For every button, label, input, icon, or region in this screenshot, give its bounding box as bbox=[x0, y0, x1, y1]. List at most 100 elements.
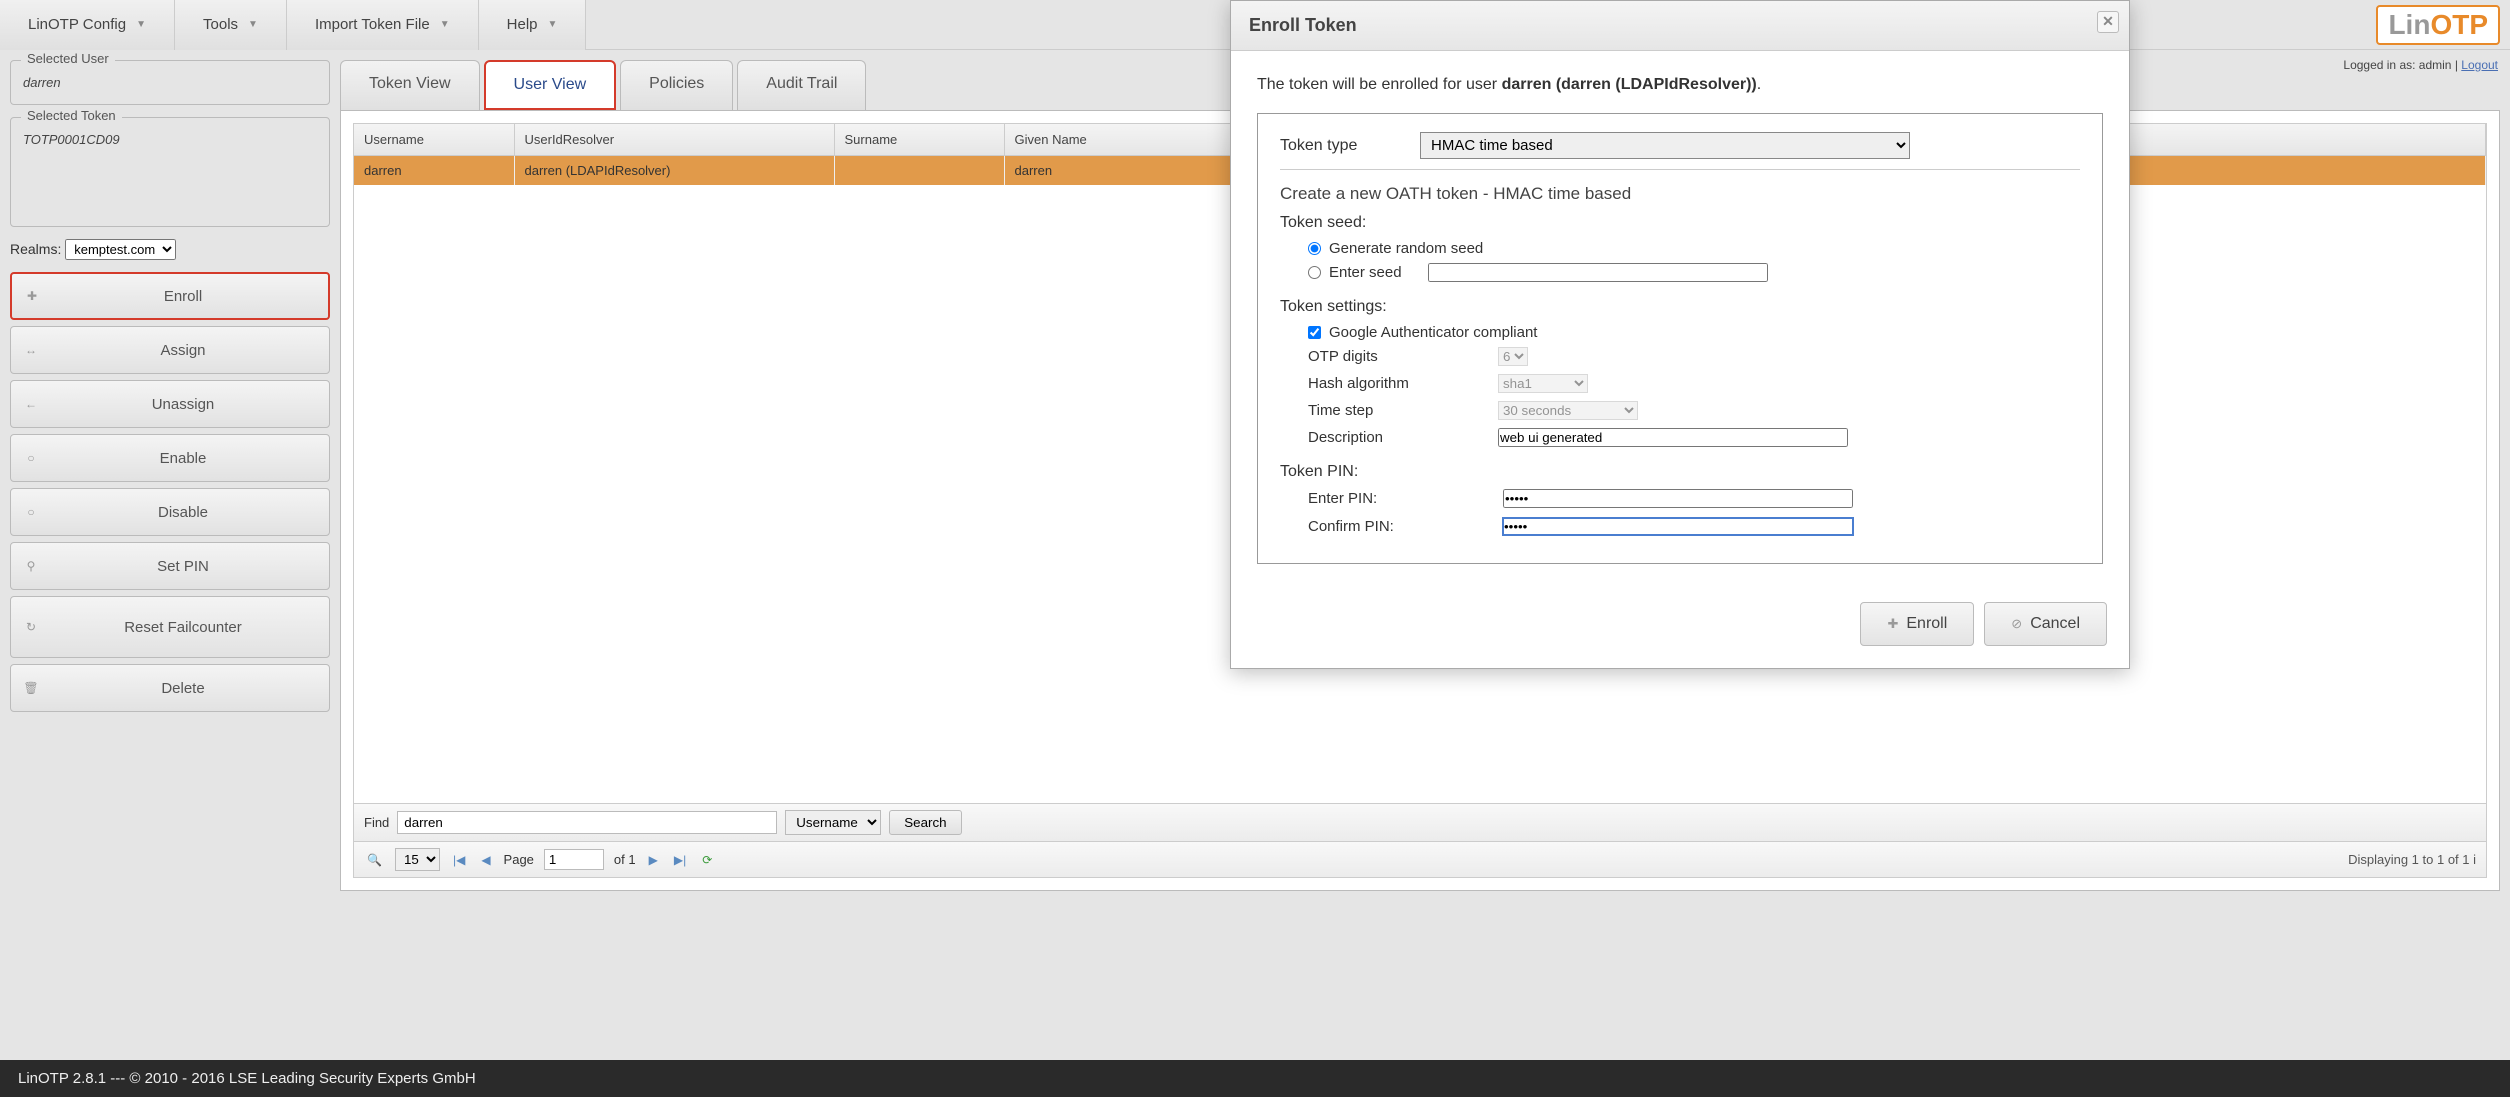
otp-digits-select: 6 bbox=[1498, 347, 1528, 366]
unassign-label: Unassign bbox=[47, 396, 319, 413]
delete-button[interactable]: 🗑Delete bbox=[10, 664, 330, 712]
tab-user-view[interactable]: User View bbox=[484, 60, 617, 110]
trash-icon: 🗑 bbox=[21, 681, 41, 695]
google-compliant-label: Google Authenticator compliant bbox=[1329, 324, 1537, 341]
reset-failcounter-button[interactable]: ↻ Reset Failcounter bbox=[10, 596, 330, 658]
seed-generate-radio[interactable] bbox=[1308, 242, 1321, 255]
col-surname[interactable]: Surname bbox=[834, 124, 1004, 156]
cell-username: darren bbox=[354, 156, 514, 186]
plus-icon: ✚ bbox=[22, 289, 42, 303]
confirm-pin-row: Confirm PIN: bbox=[1308, 518, 2080, 535]
selected-token-box: Selected Token TOTP0001CD09 bbox=[10, 117, 330, 227]
page-label: Page bbox=[504, 852, 534, 867]
page-input[interactable] bbox=[544, 849, 604, 870]
close-icon[interactable]: ✕ bbox=[2097, 11, 2119, 33]
enable-button[interactable]: ○Enable bbox=[10, 434, 330, 482]
pager-bar: 🔍 15 |◀ ◀ Page of 1 ▶ ▶| ⟳ Displaying 1 … bbox=[353, 842, 2487, 878]
timestep-row: Time step 30 seconds bbox=[1308, 401, 2080, 420]
chevron-down-icon: ▼ bbox=[548, 0, 558, 50]
tab-token-view[interactable]: Token View bbox=[340, 60, 480, 110]
hash-label: Hash algorithm bbox=[1308, 375, 1498, 392]
enroll-button[interactable]: ✚ Enroll bbox=[10, 272, 330, 320]
enroll-label: Enroll bbox=[48, 288, 318, 305]
prev-page-icon[interactable]: ◀ bbox=[478, 853, 493, 867]
search-button[interactable]: Search bbox=[889, 810, 961, 835]
logout-link[interactable]: Logout bbox=[2461, 58, 2498, 72]
enable-label: Enable bbox=[47, 450, 319, 467]
enter-pin-label: Enter PIN: bbox=[1308, 490, 1503, 507]
menu-import[interactable]: Import Token File▼ bbox=[287, 0, 479, 50]
enter-pin-input[interactable] bbox=[1503, 489, 1853, 508]
token-type-select[interactable]: HMAC time based bbox=[1420, 132, 1910, 159]
selected-user-legend: Selected User bbox=[21, 51, 115, 66]
selected-token-legend: Selected Token bbox=[21, 108, 122, 123]
selected-token-value: TOTP0001CD09 bbox=[23, 132, 317, 147]
page-of: of 1 bbox=[614, 852, 636, 867]
brand-logo: LinOTP bbox=[2376, 5, 2500, 45]
reset-icon: ↻ bbox=[21, 620, 41, 634]
dialog-cancel-label: Cancel bbox=[2030, 615, 2080, 633]
seed-generate-label: Generate random seed bbox=[1329, 240, 1483, 257]
chevron-down-icon: ▼ bbox=[248, 0, 258, 50]
cell-resolver: darren (LDAPIdResolver) bbox=[514, 156, 834, 186]
assign-button[interactable]: ↔ Assign bbox=[10, 326, 330, 374]
intro-pre: The token will be enrolled for user bbox=[1257, 76, 1502, 93]
circle-icon: ○ bbox=[21, 505, 41, 519]
menu-help[interactable]: Help▼ bbox=[479, 0, 587, 50]
login-user: admin bbox=[2419, 58, 2452, 72]
table-search-bar: Find Username Search bbox=[353, 804, 2487, 842]
chevron-down-icon: ▼ bbox=[136, 0, 146, 50]
realms-label: Realms: bbox=[10, 241, 61, 257]
seed-heading: Token seed: bbox=[1280, 214, 2080, 232]
menu-config[interactable]: LinOTP Config▼ bbox=[0, 0, 175, 50]
seed-input[interactable] bbox=[1428, 263, 1768, 282]
settings-heading: Token settings: bbox=[1280, 298, 2080, 316]
confirm-pin-input[interactable] bbox=[1503, 518, 1853, 535]
find-label: Find bbox=[364, 815, 389, 830]
brand-lin: Lin bbox=[2388, 9, 2430, 40]
pin-heading: Token PIN: bbox=[1280, 463, 2080, 481]
intro-user: darren (darren (LDAPIdResolver)) bbox=[1502, 76, 1757, 93]
enroll-token-dialog: Enroll Token ✕ The token will be enrolle… bbox=[1230, 0, 2130, 669]
create-heading: Create a new OATH token - HMAC time base… bbox=[1280, 184, 2080, 204]
unlink-icon: ← bbox=[21, 397, 41, 411]
setpin-button[interactable]: ⚲Set PIN bbox=[10, 542, 330, 590]
divider bbox=[1280, 169, 2080, 170]
tab-audit-trail[interactable]: Audit Trail bbox=[737, 60, 866, 110]
zoom-icon[interactable]: 🔍 bbox=[364, 853, 385, 867]
seed-enter-label: Enter seed bbox=[1329, 264, 1402, 281]
menu-tools-label: Tools bbox=[203, 0, 238, 50]
cell-surname bbox=[834, 156, 1004, 186]
realms-select[interactable]: kemptest.com bbox=[65, 239, 176, 260]
setpin-label: Set PIN bbox=[47, 558, 319, 575]
chevron-down-icon: ▼ bbox=[440, 0, 450, 50]
dialog-enroll-button[interactable]: ✚Enroll bbox=[1860, 602, 1974, 646]
col-resolver[interactable]: UserIdResolver bbox=[514, 124, 834, 156]
dialog-title-bar[interactable]: Enroll Token ✕ bbox=[1231, 1, 2129, 51]
dialog-actions: ✚Enroll ⊘ Cancel bbox=[1231, 586, 2129, 668]
per-page-select[interactable]: 15 bbox=[395, 848, 440, 871]
unassign-button[interactable]: ← Unassign bbox=[10, 380, 330, 428]
find-input[interactable] bbox=[397, 811, 777, 834]
reset-label: Reset Failcounter bbox=[47, 619, 319, 636]
find-field-select[interactable]: Username bbox=[785, 810, 881, 835]
next-page-icon[interactable]: ▶ bbox=[646, 853, 661, 867]
menu-tools[interactable]: Tools ▼ bbox=[175, 0, 287, 50]
timestep-label: Time step bbox=[1308, 402, 1498, 419]
enter-pin-row: Enter PIN: bbox=[1308, 489, 2080, 508]
last-page-icon[interactable]: ▶| bbox=[671, 853, 689, 867]
col-username[interactable]: Username bbox=[354, 124, 514, 156]
disable-button[interactable]: ○Disable bbox=[10, 488, 330, 536]
first-page-icon[interactable]: |◀ bbox=[450, 853, 468, 867]
link-icon: ↔ bbox=[21, 343, 41, 357]
cancel-icon: ⊘ bbox=[2011, 616, 2022, 632]
seed-enter-radio[interactable] bbox=[1308, 266, 1321, 279]
description-input[interactable] bbox=[1498, 428, 1848, 447]
selected-user-value: darren bbox=[23, 75, 317, 90]
refresh-icon[interactable]: ⟳ bbox=[699, 853, 715, 867]
hash-row: Hash algorithm sha1 bbox=[1308, 374, 2080, 393]
google-compliant-checkbox[interactable] bbox=[1308, 326, 1321, 339]
tab-policies[interactable]: Policies bbox=[620, 60, 733, 110]
assign-label: Assign bbox=[47, 342, 319, 359]
dialog-cancel-button[interactable]: ⊘ Cancel bbox=[1984, 602, 2107, 646]
